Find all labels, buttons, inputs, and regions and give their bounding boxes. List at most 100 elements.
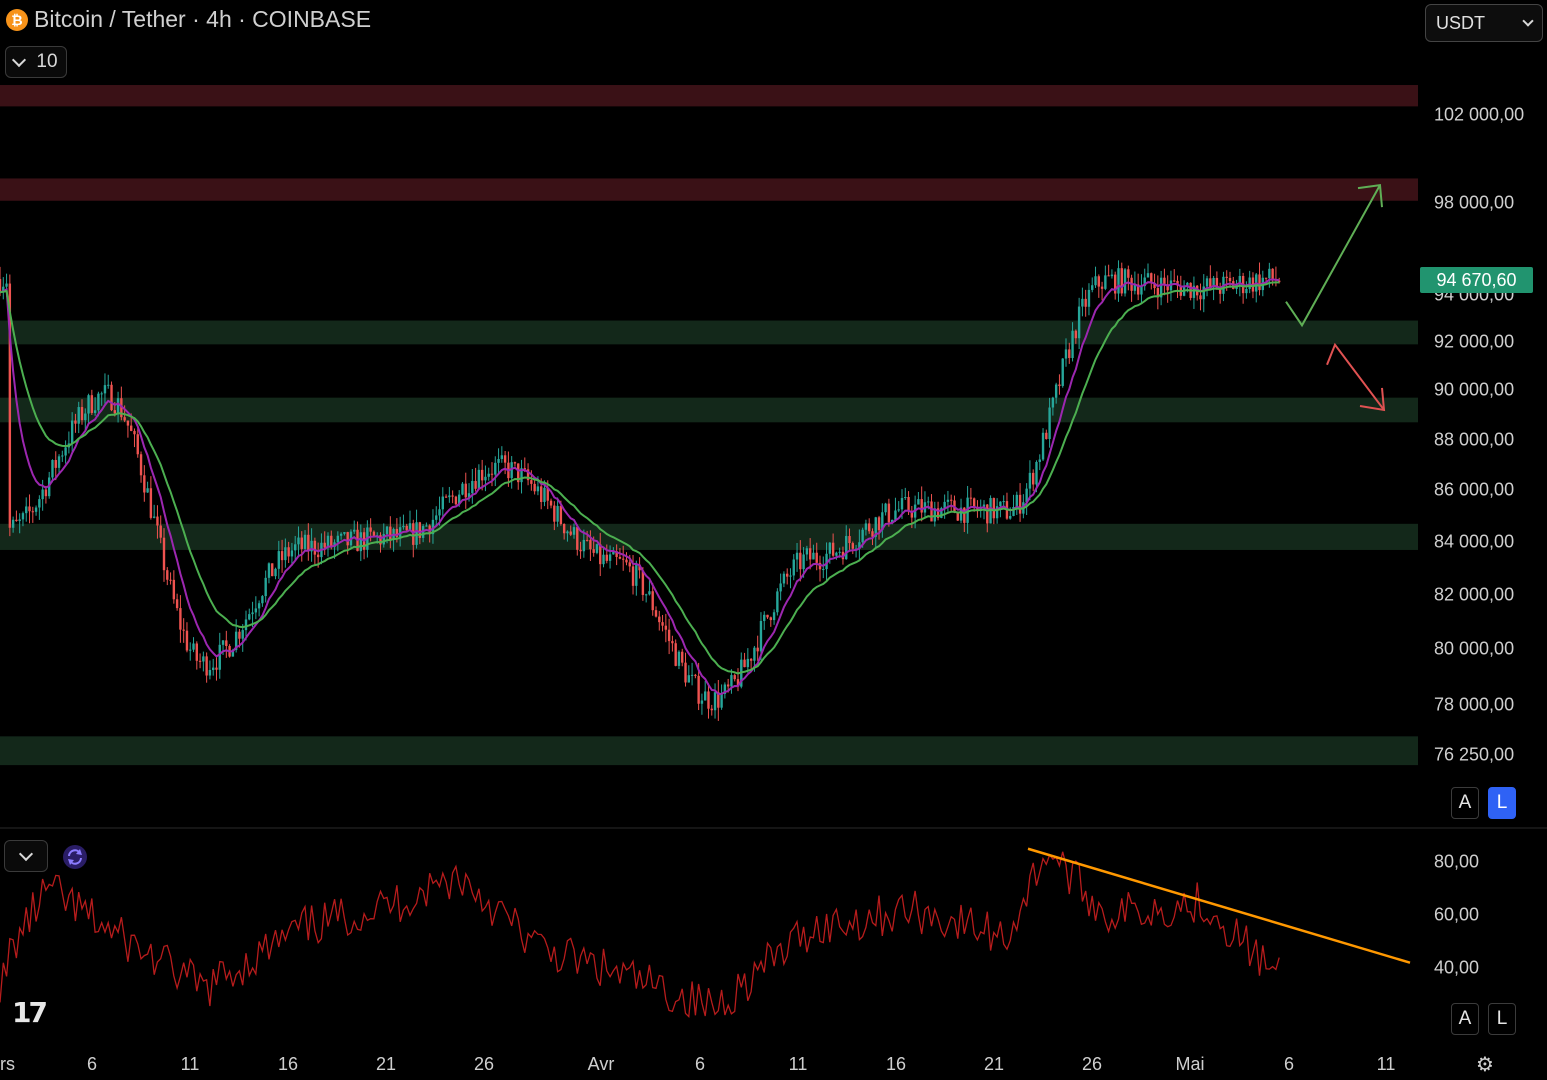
- candle-body: [74, 420, 77, 424]
- candle-body: [21, 513, 25, 520]
- candle-body: [212, 667, 215, 670]
- candle: [182, 618, 185, 643]
- candle-body: [700, 700, 704, 704]
- candle: [595, 543, 599, 555]
- candle: [644, 593, 648, 603]
- candle-body: [254, 608, 258, 613]
- candle: [146, 481, 149, 493]
- candle: [38, 495, 41, 520]
- candle-body: [25, 506, 28, 514]
- indicators-toggle-button[interactable]: 10: [5, 46, 67, 78]
- last-price-tag: 94 670,60: [1420, 267, 1533, 293]
- candle: [743, 652, 746, 668]
- candle-body: [277, 551, 280, 569]
- rsi-log-scale-button[interactable]: L: [1488, 1003, 1516, 1035]
- candle-body: [1061, 358, 1064, 386]
- candle: [192, 637, 195, 653]
- currency-select[interactable]: USDT: [1425, 4, 1543, 42]
- candle-body: [294, 544, 297, 551]
- candle-body: [792, 559, 795, 576]
- candle: [510, 456, 513, 489]
- candle: [90, 389, 94, 415]
- candle-body: [1104, 275, 1107, 289]
- candle-body: [720, 693, 723, 708]
- price-tick-label: 88 000,00: [1434, 429, 1515, 450]
- candle-body: [585, 539, 589, 541]
- price-tick-label: 82 000,00: [1434, 584, 1515, 605]
- candle: [763, 611, 766, 630]
- candle-body: [241, 630, 244, 639]
- candle-body: [789, 575, 792, 577]
- candle-body: [1199, 295, 1202, 300]
- candle: [733, 673, 736, 682]
- candle-body: [192, 643, 195, 650]
- candle-body: [625, 559, 628, 563]
- candle: [500, 446, 504, 463]
- candle-body: [369, 527, 372, 532]
- candle: [67, 431, 71, 454]
- candle-body: [500, 455, 504, 459]
- rsi-auto-scale-button[interactable]: A: [1451, 1003, 1479, 1035]
- candle-body: [920, 499, 923, 513]
- candle-body: [284, 547, 287, 561]
- candle-body: [648, 591, 651, 595]
- candle: [179, 595, 182, 643]
- candle: [225, 630, 228, 658]
- bullish-scenario-arrow: [1285, 184, 1381, 328]
- candle: [126, 420, 130, 438]
- candle: [464, 472, 467, 509]
- candle-body: [884, 503, 887, 513]
- candle: [654, 606, 658, 618]
- tradingview-logo: 17: [12, 996, 48, 1029]
- candle-body: [267, 563, 271, 578]
- candle: [471, 469, 474, 504]
- candle-body: [464, 483, 467, 498]
- candle: [1012, 494, 1015, 517]
- candle: [969, 487, 973, 506]
- candle: [1173, 269, 1176, 283]
- rsi-collapse-button[interactable]: [4, 840, 48, 872]
- log-scale-button[interactable]: L: [1488, 787, 1516, 819]
- price-tick-label: 102 000,00: [1434, 104, 1525, 125]
- candle-body: [1091, 285, 1094, 290]
- candle-body: [503, 455, 507, 463]
- candle: [34, 505, 38, 516]
- candle-body: [300, 537, 303, 549]
- time-tick-label: 11: [788, 1054, 808, 1074]
- candle-body: [677, 651, 681, 666]
- candle-body: [146, 488, 149, 493]
- candle-body: [592, 549, 595, 553]
- chart-canvas[interactable]: [0, 0, 1547, 1080]
- refresh-icon[interactable]: [62, 844, 88, 870]
- candle-body: [149, 488, 153, 518]
- candle: [946, 490, 950, 512]
- candle-body: [31, 511, 34, 513]
- candle: [1028, 460, 1032, 501]
- candle: [513, 461, 517, 467]
- candle-body: [877, 517, 881, 531]
- candle: [271, 563, 274, 577]
- rsi-line: [0, 851, 1280, 1019]
- settings-icon[interactable]: ⚙: [1474, 1054, 1496, 1076]
- candle-body: [336, 535, 340, 543]
- candle-body: [690, 674, 694, 676]
- candle-body: [175, 599, 179, 609]
- candle-body: [687, 675, 690, 683]
- candle: [28, 494, 31, 524]
- candle-body: [1041, 432, 1045, 460]
- price-tick-label: 84 000,00: [1434, 531, 1515, 552]
- symbol-title[interactable]: Bitcoin / Tether · 4h · COINBASE: [34, 6, 371, 33]
- auto-scale-button[interactable]: A: [1451, 787, 1479, 819]
- candle-body: [628, 562, 631, 567]
- candle-body: [1202, 286, 1205, 300]
- candle: [1097, 274, 1100, 298]
- candle-body: [441, 496, 444, 510]
- candle-body: [684, 662, 687, 683]
- candle-body: [1002, 501, 1005, 503]
- candle: [1192, 276, 1196, 309]
- candle-body: [1173, 280, 1176, 282]
- candle: [1255, 272, 1258, 303]
- candle: [766, 614, 769, 619]
- candle-body: [1084, 298, 1087, 307]
- candle: [664, 613, 668, 643]
